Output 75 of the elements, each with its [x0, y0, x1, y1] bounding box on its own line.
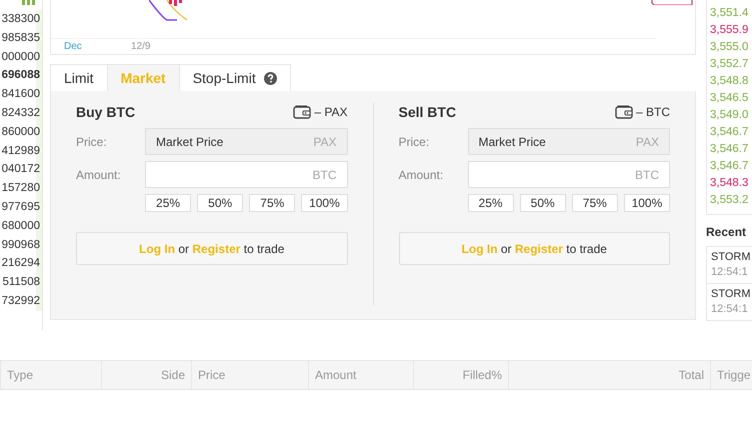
order-amount: 680000 — [0, 216, 42, 236]
order-amount: 860000 — [0, 122, 42, 142]
login-prompt: Log In or Register to trade — [462, 242, 607, 256]
trade-price: 3,555.9 — [709, 23, 750, 38]
trade-price: 3,546.7 — [709, 142, 750, 157]
percent-button[interactable]: 75% — [249, 194, 296, 212]
price-field[interactable]: Market Price PAX — [468, 128, 670, 155]
order-amount: 985835 — [0, 28, 42, 48]
percent-button[interactable]: 100% — [301, 194, 348, 212]
trade-price: 3,548.8 — [709, 74, 750, 89]
trade-time: 12:54:1 — [711, 302, 749, 317]
percent-button[interactable]: 50% — [520, 194, 566, 212]
balance-label: – PAX — [314, 105, 348, 119]
form-title: Sell BTC — [398, 104, 456, 120]
field-value: Market Price — [156, 134, 224, 148]
order-amount: 040172 — [0, 160, 42, 180]
pair-name: STORM — [711, 250, 750, 265]
trade-time: 12:54:1 — [711, 265, 749, 280]
order-amount: 412989 — [0, 142, 42, 160]
column-header: Type — [0, 361, 101, 389]
wallet-icon — [293, 105, 312, 119]
trade-price: 3,546.5 — [709, 91, 750, 106]
column-header: Price — [191, 361, 308, 389]
unit-label: BTC — [635, 168, 659, 182]
trade-price: 3,552.7 — [709, 57, 750, 72]
bars-icon — [22, 0, 36, 5]
field-label: Amount: — [398, 168, 444, 182]
balance-label: – BTC — [636, 105, 670, 119]
order-amount: 696088 — [0, 66, 42, 86]
order-amount: 990968 — [0, 236, 42, 254]
order-amount: 824332 — [0, 104, 42, 123]
login-prompt: Log In or Register to trade — [139, 242, 284, 256]
percent-button[interactable]: 50% — [197, 194, 244, 212]
unit-label: PAX — [313, 134, 336, 148]
column-header: Trigge — [710, 361, 752, 389]
trade-price: 3,551.4 — [709, 6, 750, 21]
trade-price: 3,549.0 — [709, 108, 750, 123]
unit-label: BTC — [312, 168, 336, 182]
section-title: Recent — [706, 224, 748, 240]
trade-price: 3,548.3 — [709, 176, 750, 191]
trade-price: 3,555.0 — [709, 40, 750, 55]
order-type-tab[interactable]: Stop-Limit — [178, 64, 291, 91]
price-lines-drawing — [149, 0, 187, 21]
wallet-icon — [614, 105, 633, 119]
order-amount: 216294 — [0, 254, 42, 274]
order-amount: 511508 — [0, 273, 42, 292]
order-amount: 000000 — [0, 48, 42, 66]
axis-label: Dec — [64, 41, 82, 52]
column-header: Filled% — [413, 361, 508, 389]
percent-button[interactable]: 75% — [572, 194, 618, 212]
order-amount: 841600 — [0, 85, 42, 104]
column-header: Side — [101, 361, 191, 389]
field-value: Market Price — [478, 134, 546, 148]
column-header: Total — [508, 361, 710, 389]
trade-price: 3,546.7 — [709, 125, 750, 140]
form-title: Buy BTC — [76, 104, 136, 120]
help-icon[interactable] — [264, 72, 277, 84]
column-header: Amount — [308, 361, 413, 389]
percent-button[interactable]: 25% — [468, 194, 514, 212]
field-label: Amount: — [76, 168, 122, 182]
trade-price: 3,553.2 — [709, 193, 750, 208]
field-label: Price: — [398, 134, 430, 148]
order-amount: 732992 — [0, 292, 42, 311]
price-field[interactable]: Market Price PAX — [145, 128, 348, 155]
field-label: Price: — [76, 134, 108, 148]
percent-button[interactable]: 100% — [624, 194, 670, 212]
order-type-tab[interactable]: Limit — [50, 64, 108, 91]
unit-label: PAX — [636, 134, 659, 148]
order-amount: 157280 — [0, 179, 42, 198]
order-amount: 338300 — [0, 10, 42, 29]
order-amount: 977695 — [0, 198, 42, 217]
percent-button[interactable]: 25% — [145, 194, 192, 212]
axis-label: 12/9 — [131, 41, 150, 52]
pair-name: STORM — [711, 287, 750, 302]
trade-price: 3,546.7 — [709, 159, 750, 174]
